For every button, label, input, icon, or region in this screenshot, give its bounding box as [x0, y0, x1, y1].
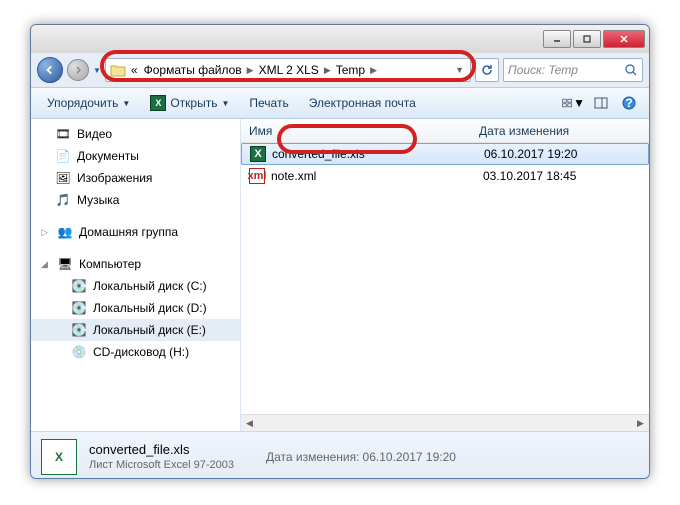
cd-icon: 💿	[71, 344, 87, 360]
computer-icon: 🖥	[57, 256, 73, 272]
file-list[interactable]: X converted_file.xls 06.10.2017 19:20 xm…	[241, 143, 649, 414]
file-date: 03.10.2017 18:45	[475, 169, 605, 183]
drive-icon: 💽	[71, 322, 87, 338]
file-type-icon: X	[41, 439, 77, 475]
file-row[interactable]: xml note.xml 03.10.2017 18:45	[241, 165, 649, 187]
svg-text:?: ?	[625, 96, 632, 110]
breadcrumb-sep: ▶	[245, 65, 256, 76]
xls-icon: X	[250, 146, 266, 162]
close-button[interactable]	[603, 30, 645, 48]
drive-icon: 💽	[71, 300, 87, 316]
breadcrumb-2[interactable]: XML 2 XLS	[256, 63, 322, 77]
documents-icon: 📄	[55, 148, 71, 164]
breadcrumb-prefix: «	[128, 63, 141, 77]
search-input[interactable]: Поиск: Temp	[503, 58, 643, 82]
details-modified-label: Дата изменения:	[266, 450, 360, 464]
video-icon: 🎞	[55, 126, 71, 142]
sidebar-item-drive-e[interactable]: 💽Локальный диск (E:)	[31, 319, 240, 341]
sidebar-item-video[interactable]: 🎞Видео	[31, 123, 240, 145]
sidebar-item-documents[interactable]: 📄Документы	[31, 145, 240, 167]
file-date: 06.10.2017 19:20	[476, 147, 606, 161]
history-dropdown[interactable]: ▼	[93, 66, 101, 75]
search-icon	[624, 63, 638, 77]
sidebar-item-drive-d[interactable]: 💽Локальный диск (D:)	[31, 297, 240, 319]
view-button[interactable]: ▼	[561, 91, 585, 115]
drive-icon: 💽	[71, 278, 87, 294]
details-filetype: Лист Microsoft Excel 97-2003	[89, 459, 234, 471]
breadcrumb-3[interactable]: Temp	[333, 63, 368, 77]
titlebar	[31, 25, 649, 53]
file-name: converted_file.xls	[272, 147, 476, 161]
file-name: note.xml	[271, 169, 475, 183]
search-placeholder: Поиск: Temp	[508, 63, 578, 77]
homegroup-icon: 👥	[57, 224, 73, 240]
details-pane: X converted_file.xls Лист Microsoft Exce…	[31, 431, 649, 479]
breadcrumb-sep: ▶	[368, 65, 379, 76]
sidebar-item-music[interactable]: 🎵Музыка	[31, 189, 240, 211]
explorer-window: ▼ « Форматы файлов ▶ XML 2 XLS ▶ Temp ▶ …	[30, 24, 650, 479]
email-button[interactable]: Электронная почта	[301, 91, 424, 115]
column-name[interactable]: Имя	[241, 124, 471, 138]
pictures-icon: 🖼	[55, 170, 71, 186]
scroll-right-icon[interactable]: ▶	[632, 415, 649, 431]
music-icon: 🎵	[55, 192, 71, 208]
sidebar-item-drive-h[interactable]: 💿CD-дисковод (H:)	[31, 341, 240, 363]
expand-icon[interactable]: ▷	[41, 227, 51, 238]
xml-icon: xml	[249, 168, 265, 184]
column-headers: Имя Дата изменения	[241, 119, 649, 143]
breadcrumb-1[interactable]: Форматы файлов	[141, 63, 245, 77]
toolbar: Упорядочить▼ XОткрыть▼ Печать Электронна…	[31, 87, 649, 119]
forward-button[interactable]	[67, 59, 89, 81]
address-bar[interactable]: « Форматы файлов ▶ XML 2 XLS ▶ Temp ▶ ▼	[105, 58, 471, 82]
organize-button[interactable]: Упорядочить▼	[39, 91, 138, 115]
maximize-button[interactable]	[573, 30, 601, 48]
content-area: Имя Дата изменения X converted_file.xls …	[241, 119, 649, 431]
open-button[interactable]: XОткрыть▼	[142, 91, 237, 115]
collapse-icon[interactable]: ◢	[41, 259, 51, 270]
scroll-left-icon[interactable]: ◀	[241, 415, 258, 431]
details-modified-value: 06.10.2017 19:20	[363, 450, 456, 464]
sidebar-item-computer[interactable]: ◢🖥Компьютер	[31, 253, 240, 275]
details-filename: converted_file.xls	[89, 442, 234, 457]
navbar: ▼ « Форматы файлов ▶ XML 2 XLS ▶ Temp ▶ …	[31, 53, 649, 87]
sidebar-item-pictures[interactable]: 🖼Изображения	[31, 167, 240, 189]
sidebar-item-homegroup[interactable]: ▷👥Домашняя группа	[31, 221, 240, 243]
sidebar-item-drive-c[interactable]: 💽Локальный диск (C:)	[31, 275, 240, 297]
address-dropdown[interactable]: ▼	[453, 65, 466, 75]
breadcrumb-sep: ▶	[322, 65, 333, 76]
minimize-button[interactable]	[543, 30, 571, 48]
back-button[interactable]	[37, 57, 63, 83]
refresh-button[interactable]	[475, 58, 499, 82]
file-row[interactable]: X converted_file.xls 06.10.2017 19:20	[241, 143, 649, 165]
print-button[interactable]: Печать	[241, 91, 296, 115]
preview-pane-button[interactable]	[589, 91, 613, 115]
horizontal-scrollbar[interactable]: ◀ ▶	[241, 414, 649, 431]
explorer-body: 🎞Видео 📄Документы 🖼Изображения 🎵Музыка ▷…	[31, 119, 649, 431]
column-modified[interactable]: Дата изменения	[471, 124, 601, 138]
folder-icon	[110, 63, 128, 77]
excel-icon: X	[150, 95, 166, 111]
help-button[interactable]: ?	[617, 91, 641, 115]
sidebar[interactable]: 🎞Видео 📄Документы 🖼Изображения 🎵Музыка ▷…	[31, 119, 241, 431]
